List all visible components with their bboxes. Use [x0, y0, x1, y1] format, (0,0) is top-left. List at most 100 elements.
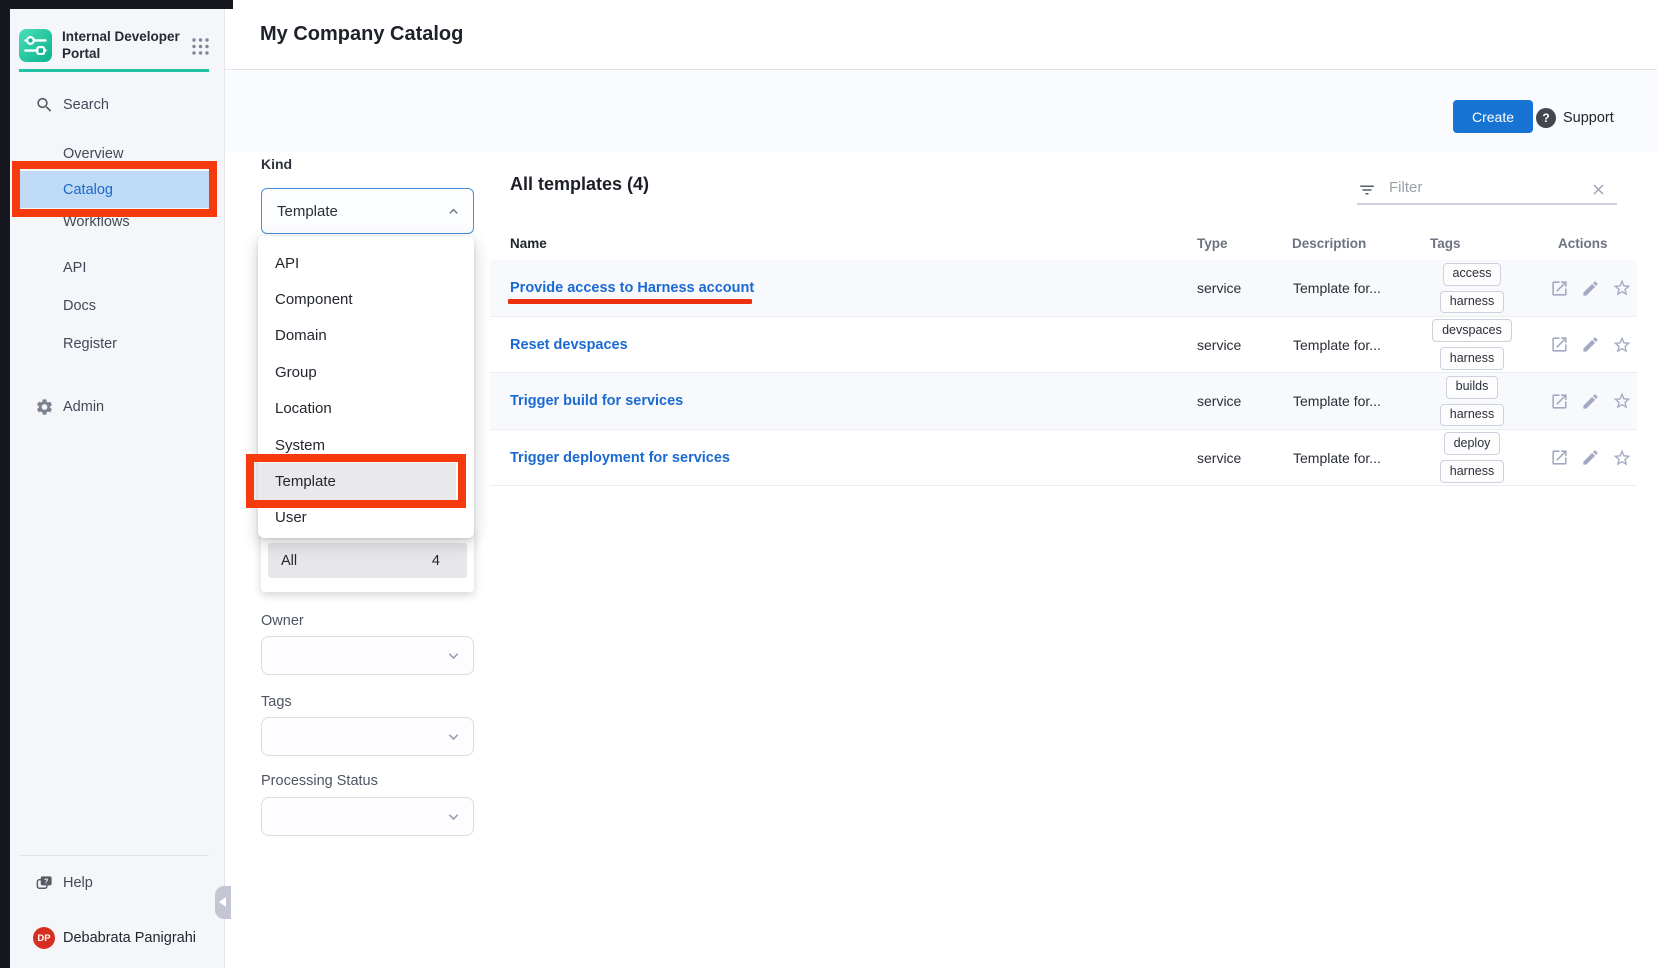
processing-status-select[interactable] [261, 797, 474, 836]
chevron-down-icon [444, 646, 463, 665]
kind-option-template[interactable]: Template [258, 463, 456, 499]
edit-icon[interactable] [1581, 448, 1600, 467]
kind-option-system[interactable]: System [258, 427, 474, 463]
sidebar-item-overview[interactable]: Overview [10, 137, 225, 171]
edit-icon[interactable] [1581, 279, 1600, 298]
kind-option-api[interactable]: API [258, 245, 474, 281]
tag-badge: devspaces [1432, 319, 1512, 342]
template-link[interactable]: Trigger build for services [510, 393, 683, 409]
template-link[interactable]: Provide access to Harness account [510, 280, 754, 296]
sidebar-item-label: Register [63, 336, 117, 352]
kind-option-user[interactable]: User [258, 500, 474, 536]
type-cell: service [1197, 393, 1241, 409]
kind-summary-count: 4 [432, 553, 440, 569]
owner-select[interactable] [261, 636, 474, 675]
table-row: Reset devspaces service Template for... … [490, 317, 1637, 373]
sidebar-item-label: Overview [63, 146, 123, 162]
processing-status-filter-label: Processing Status [261, 773, 378, 789]
user-avatar[interactable]: DP [33, 927, 55, 949]
tags-select[interactable] [261, 717, 474, 756]
page-header-band: Create ? Support [225, 71, 1657, 152]
kind-dropdown-menu: API Component Domain Group Location Syst… [258, 236, 474, 538]
tags-cell: builds harness [1412, 373, 1532, 429]
kind-option-domain[interactable]: Domain [258, 318, 474, 354]
sidebar-divider [19, 855, 209, 856]
sidebar-item-label: Help [63, 875, 93, 891]
edit-icon[interactable] [1581, 392, 1600, 411]
tag-badge: access [1443, 263, 1502, 286]
column-header-description[interactable]: Description [1292, 236, 1366, 251]
edit-icon[interactable] [1581, 335, 1600, 354]
apps-grid-icon[interactable] [190, 36, 211, 57]
tag-badge: harness [1440, 291, 1504, 314]
actions-cell [1550, 317, 1632, 372]
sidebar-item-label: Catalog [63, 182, 113, 198]
sidebar-item-admin[interactable]: Admin [10, 390, 225, 424]
kind-option-component[interactable]: Component [258, 281, 474, 317]
description-cell: Template for... [1293, 450, 1381, 466]
launch-icon[interactable] [1550, 279, 1569, 298]
type-cell: service [1197, 337, 1241, 353]
sidebar-item-search[interactable]: Search [10, 88, 225, 122]
star-icon[interactable] [1612, 391, 1632, 411]
table-filter-input[interactable] [1387, 178, 1567, 197]
sidebar-item-label: Admin [63, 399, 104, 415]
svg-text:?: ? [44, 878, 48, 886]
kind-summary-all-row[interactable]: All 4 [268, 543, 467, 578]
clear-filter-icon[interactable] [1590, 181, 1607, 198]
chevron-up-icon [445, 203, 462, 220]
table-row: Trigger deployment for services service … [490, 430, 1637, 486]
tag-badge: deploy [1444, 432, 1501, 455]
template-link[interactable]: Trigger deployment for services [510, 450, 730, 466]
kind-summary-label: All [281, 553, 297, 569]
sidebar-item-help[interactable]: ? Help [10, 866, 225, 900]
launch-icon[interactable] [1550, 448, 1569, 467]
tag-badge: harness [1440, 404, 1504, 427]
tag-badge: builds [1446, 376, 1499, 399]
sidebar-item-docs[interactable]: Docs [10, 289, 225, 323]
table-title: All templates (4) [510, 174, 649, 195]
star-icon[interactable] [1612, 278, 1632, 298]
template-link[interactable]: Reset devspaces [510, 337, 628, 353]
top-bar: My Company Catalog [225, 0, 1657, 70]
create-button[interactable]: Create [1453, 100, 1533, 133]
description-cell: Template for... [1293, 393, 1381, 409]
column-header-tags[interactable]: Tags [1430, 236, 1461, 251]
star-icon[interactable] [1612, 448, 1632, 468]
kind-option-location[interactable]: Location [258, 391, 474, 427]
help-chat-icon: ? [35, 874, 54, 893]
kind-select-value: Template [277, 203, 338, 220]
sidebar-item-api[interactable]: API [10, 251, 225, 285]
column-header-type[interactable]: Type [1197, 236, 1228, 251]
column-header-name[interactable]: Name [510, 236, 547, 251]
column-header-actions: Actions [1558, 236, 1608, 251]
sidebar-collapse-handle[interactable] [215, 886, 231, 919]
actions-cell [1550, 373, 1632, 429]
sidebar-item-workflows[interactable]: Workflows [10, 205, 225, 239]
support-link[interactable]: Support [1563, 108, 1614, 128]
tags-cell: deploy harness [1412, 430, 1532, 485]
launch-icon[interactable] [1550, 335, 1569, 354]
launch-icon[interactable] [1550, 392, 1569, 411]
gear-icon [35, 398, 54, 417]
support-question-icon[interactable]: ? [1536, 108, 1556, 128]
search-icon [35, 96, 54, 115]
app-title: Internal Developer Portal [62, 29, 190, 63]
kind-option-group[interactable]: Group [258, 354, 474, 390]
user-name[interactable]: Debabrata Panigrahi [63, 921, 196, 955]
sidebar-item-register[interactable]: Register [10, 327, 225, 361]
actions-cell [1550, 430, 1632, 485]
sidebar-item-label: Workflows [63, 214, 130, 230]
tag-badge: harness [1440, 347, 1504, 370]
chevron-down-icon [444, 727, 463, 746]
star-icon[interactable] [1612, 335, 1632, 355]
kind-select[interactable]: Template [261, 188, 474, 234]
table-row: Trigger build for services service Templ… [490, 373, 1637, 430]
table-row: Provide access to Harness account servic… [490, 260, 1637, 317]
table-filter-field [1357, 177, 1617, 205]
sidebar-item-catalog[interactable]: Catalog [20, 171, 209, 208]
description-cell: Template for... [1293, 280, 1381, 296]
sidebar: Internal Developer Portal Search Overvie… [10, 9, 225, 968]
owner-filter-label: Owner [261, 613, 304, 629]
page-title: My Company Catalog [260, 23, 463, 46]
